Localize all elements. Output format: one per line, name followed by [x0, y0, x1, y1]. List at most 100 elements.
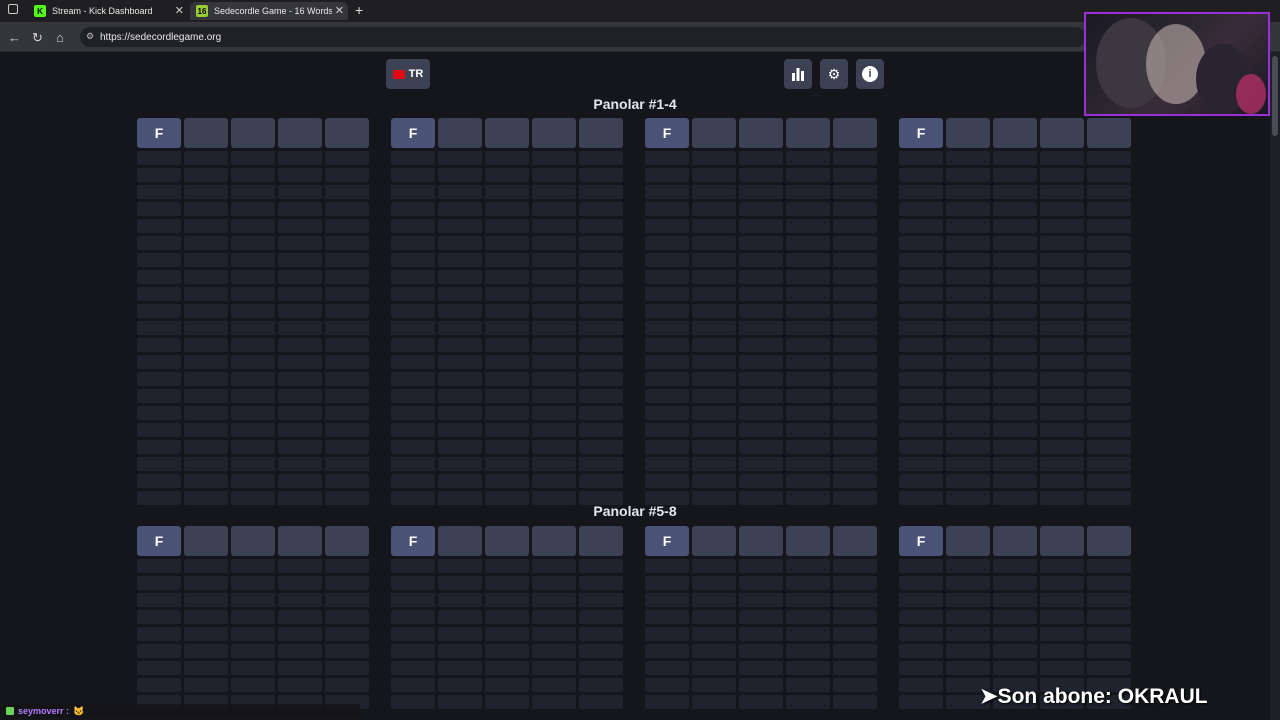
word-board: F: [391, 118, 625, 508]
home-icon[interactable]: ⌂: [56, 30, 64, 45]
empty-row: [137, 423, 371, 437]
empty-row: [645, 389, 879, 403]
empty-cell: [485, 678, 529, 692]
empty-row: [645, 287, 879, 301]
empty-cell: [532, 457, 576, 471]
empty-cell: [899, 236, 943, 250]
empty-cell: [833, 389, 877, 403]
info-button[interactable]: i: [856, 59, 884, 89]
empty-tile: [438, 526, 482, 556]
empty-cell: [739, 321, 783, 335]
empty-cell: [137, 474, 181, 488]
empty-cell: [645, 593, 689, 607]
tab-kick-dashboard[interactable]: K Stream - Kick Dashboard ✕: [28, 2, 188, 20]
empty-cell: [692, 253, 736, 267]
empty-row: [391, 270, 625, 284]
empty-cell: [184, 559, 228, 573]
info-icon: i: [862, 66, 878, 82]
empty-row: [391, 304, 625, 318]
empty-cell: [692, 457, 736, 471]
empty-cell: [993, 253, 1037, 267]
empty-cell: [833, 440, 877, 454]
empty-cell: [645, 457, 689, 471]
empty-cell: [1087, 338, 1131, 352]
empty-row: [899, 355, 1133, 369]
language-button[interactable]: TR: [386, 59, 430, 89]
empty-cell: [231, 474, 275, 488]
empty-cell: [645, 372, 689, 386]
close-tab-icon[interactable]: ✕: [175, 4, 184, 17]
empty-cell: [833, 338, 877, 352]
empty-row: [645, 593, 879, 607]
empty-cell: [946, 559, 990, 573]
empty-cell: [993, 168, 1037, 182]
empty-cell: [532, 338, 576, 352]
url-field[interactable]: ⚙ https://sedecordlegame.org: [80, 27, 1086, 47]
empty-cell: [1087, 321, 1131, 335]
reload-icon[interactable]: ↻: [32, 30, 43, 46]
scrollbar-thumb[interactable]: [1272, 56, 1278, 136]
empty-row: [899, 389, 1133, 403]
close-tab-icon[interactable]: ✕: [335, 4, 344, 17]
empty-cell: [645, 559, 689, 573]
empty-cell: [899, 185, 943, 199]
page-scrollbar[interactable]: [1270, 52, 1280, 720]
empty-row: [899, 576, 1133, 590]
empty-cell: [485, 661, 529, 675]
empty-cell: [391, 304, 435, 318]
empty-row: [137, 389, 371, 403]
empty-cell: [899, 644, 943, 658]
empty-cell: [692, 576, 736, 590]
empty-cell: [391, 338, 435, 352]
tab-sedecordle[interactable]: 16 Sedecordle Game - 16 Words Wo ✕: [190, 2, 348, 20]
empty-cell: [278, 219, 322, 233]
empty-cell: [438, 304, 482, 318]
empty-cell: [739, 593, 783, 607]
back-arrow-icon[interactable]: ←: [8, 30, 21, 45]
new-tab-button[interactable]: +: [355, 2, 363, 18]
empty-cell: [325, 355, 369, 369]
empty-cell: [278, 559, 322, 573]
empty-row: [899, 338, 1133, 352]
empty-cell: [833, 355, 877, 369]
empty-cell: [993, 440, 1037, 454]
empty-cell: [438, 661, 482, 675]
empty-cell: [137, 457, 181, 471]
empty-cell: [137, 355, 181, 369]
tab-menu-icon[interactable]: [8, 4, 18, 14]
empty-cell: [786, 185, 830, 199]
empty-tile: [485, 118, 529, 148]
empty-row: [645, 253, 879, 267]
empty-cell: [993, 338, 1037, 352]
empty-cell: [325, 440, 369, 454]
site-info-icon[interactable]: ⚙: [86, 31, 94, 42]
empty-cell: [786, 559, 830, 573]
empty-cell: [391, 321, 435, 335]
empty-cell: [739, 185, 783, 199]
empty-cell: [786, 576, 830, 590]
empty-cell: [579, 457, 623, 471]
empty-cell: [833, 304, 877, 318]
empty-cell: [692, 219, 736, 233]
letter-tile: F: [391, 526, 435, 556]
empty-row: [899, 219, 1133, 233]
guess-row: F: [645, 526, 879, 556]
settings-button[interactable]: ⚙: [820, 59, 848, 89]
empty-cell: [278, 389, 322, 403]
empty-cell: [946, 355, 990, 369]
empty-cell: [137, 236, 181, 250]
empty-cell: [1040, 287, 1084, 301]
empty-cell: [579, 678, 623, 692]
empty-cell: [579, 695, 623, 709]
stats-button[interactable]: [784, 59, 812, 89]
empty-cell: [645, 661, 689, 675]
empty-cell: [391, 576, 435, 590]
empty-row: [137, 202, 371, 216]
empty-cell: [325, 185, 369, 199]
empty-row: [137, 610, 371, 624]
empty-cell: [325, 202, 369, 216]
empty-cell: [786, 236, 830, 250]
letter-tile: F: [137, 118, 181, 148]
webcam-overlay: [1084, 12, 1270, 116]
empty-cell: [899, 253, 943, 267]
